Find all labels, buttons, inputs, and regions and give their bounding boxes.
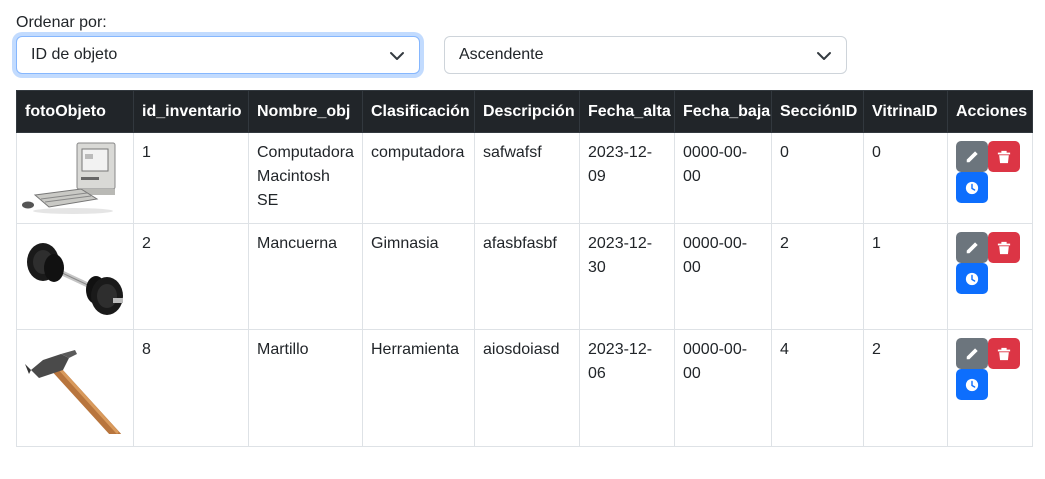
cell-clasificacion: Herramienta	[362, 329, 475, 447]
header-fotoobjeto: fotoObjeto	[16, 90, 134, 133]
cell-descripcion: aiosdoiasd	[474, 329, 580, 447]
header-vitrina-id: VitrinaID	[863, 90, 948, 133]
cell-fecha-baja: 0000-00-00	[674, 132, 772, 224]
dumbbell-image	[27, 243, 123, 315]
cell-seccion: 4	[771, 329, 864, 447]
cell-seccion: 2	[771, 223, 864, 330]
pencil-icon	[966, 241, 978, 253]
cell-descripcion: safwafsf	[474, 132, 580, 224]
header-clasificacion: Clasificación	[362, 90, 475, 133]
cell-clasificacion: computadora	[362, 132, 475, 224]
cell-vitrina: 1	[863, 223, 948, 330]
history-button[interactable]	[956, 369, 988, 400]
sort-order-value: Ascendente	[459, 46, 544, 63]
sort-field-value: ID de objeto	[31, 46, 118, 63]
cell-vitrina: 0	[863, 132, 948, 224]
trash-icon	[997, 347, 1011, 360]
trash-icon	[997, 241, 1011, 254]
cell-nombre: Mancuerna	[248, 223, 363, 330]
clock-icon	[965, 181, 979, 194]
clock-icon	[965, 272, 979, 285]
edit-button[interactable]	[956, 141, 988, 172]
sort-label: Ordenar por:	[16, 14, 107, 31]
header-id-inventario: id_inventario	[133, 90, 249, 133]
cell-nombre: Computadora Macintosh SE	[248, 132, 363, 224]
history-button[interactable]	[956, 172, 988, 203]
table-row: 2 Mancuerna Gimnasia afasbfasbf 2023-12-…	[16, 223, 1033, 330]
cell-vitrina: 2	[863, 329, 948, 447]
pencil-icon	[966, 347, 978, 359]
cell-id: 8	[133, 329, 249, 447]
header-nombre-obj: Nombre_obj	[248, 90, 363, 133]
trash-icon	[997, 150, 1011, 163]
photo-cell	[16, 132, 134, 224]
edit-button[interactable]	[956, 232, 988, 263]
chevron-down-icon	[817, 52, 831, 60]
inventory-table: fotoObjeto id_inventario Nombre_obj Clas…	[16, 90, 1033, 447]
chevron-down-icon	[390, 52, 404, 60]
actions-cell	[947, 223, 1033, 330]
hammer-image	[25, 350, 122, 434]
delete-button[interactable]	[988, 232, 1020, 263]
cell-fecha-baja: 0000-00-00	[674, 223, 772, 330]
macintosh-computer-image	[22, 142, 116, 214]
actions-cell	[947, 329, 1033, 447]
table-row: 8 Martillo Herramienta aiosdoiasd 2023-1…	[16, 329, 1033, 447]
header-fecha-baja: Fecha_baja	[674, 90, 772, 133]
photo-cell	[16, 223, 134, 330]
sort-field-select[interactable]: ID de objeto	[16, 36, 420, 74]
table-row: 1 Computadora Macintosh SE computadora s…	[16, 132, 1033, 224]
actions-cell	[947, 132, 1033, 224]
history-button[interactable]	[956, 263, 988, 294]
cell-seccion: 0	[771, 132, 864, 224]
delete-button[interactable]	[988, 141, 1020, 172]
cell-fecha-alta: 2023-12-06	[579, 329, 675, 447]
table-header-row: fotoObjeto id_inventario Nombre_obj Clas…	[16, 90, 1033, 133]
cell-id: 2	[133, 223, 249, 330]
header-descripcion: Descripción	[474, 90, 580, 133]
delete-button[interactable]	[988, 338, 1020, 369]
cell-fecha-alta: 2023-12-30	[579, 223, 675, 330]
sort-order-select[interactable]: Ascendente	[444, 36, 847, 74]
header-seccion-id: SecciónID	[771, 90, 864, 133]
edit-button[interactable]	[956, 338, 988, 369]
header-fecha-alta: Fecha_alta	[579, 90, 675, 133]
cell-nombre: Martillo	[248, 329, 363, 447]
cell-descripcion: afasbfasbf	[474, 223, 580, 330]
pencil-icon	[966, 150, 978, 162]
cell-fecha-alta: 2023-12-09	[579, 132, 675, 224]
photo-cell	[16, 329, 134, 447]
header-acciones: Acciones	[947, 90, 1033, 133]
cell-clasificacion: Gimnasia	[362, 223, 475, 330]
cell-fecha-baja: 0000-00-00	[674, 329, 772, 447]
clock-icon	[965, 378, 979, 391]
cell-id: 1	[133, 132, 249, 224]
